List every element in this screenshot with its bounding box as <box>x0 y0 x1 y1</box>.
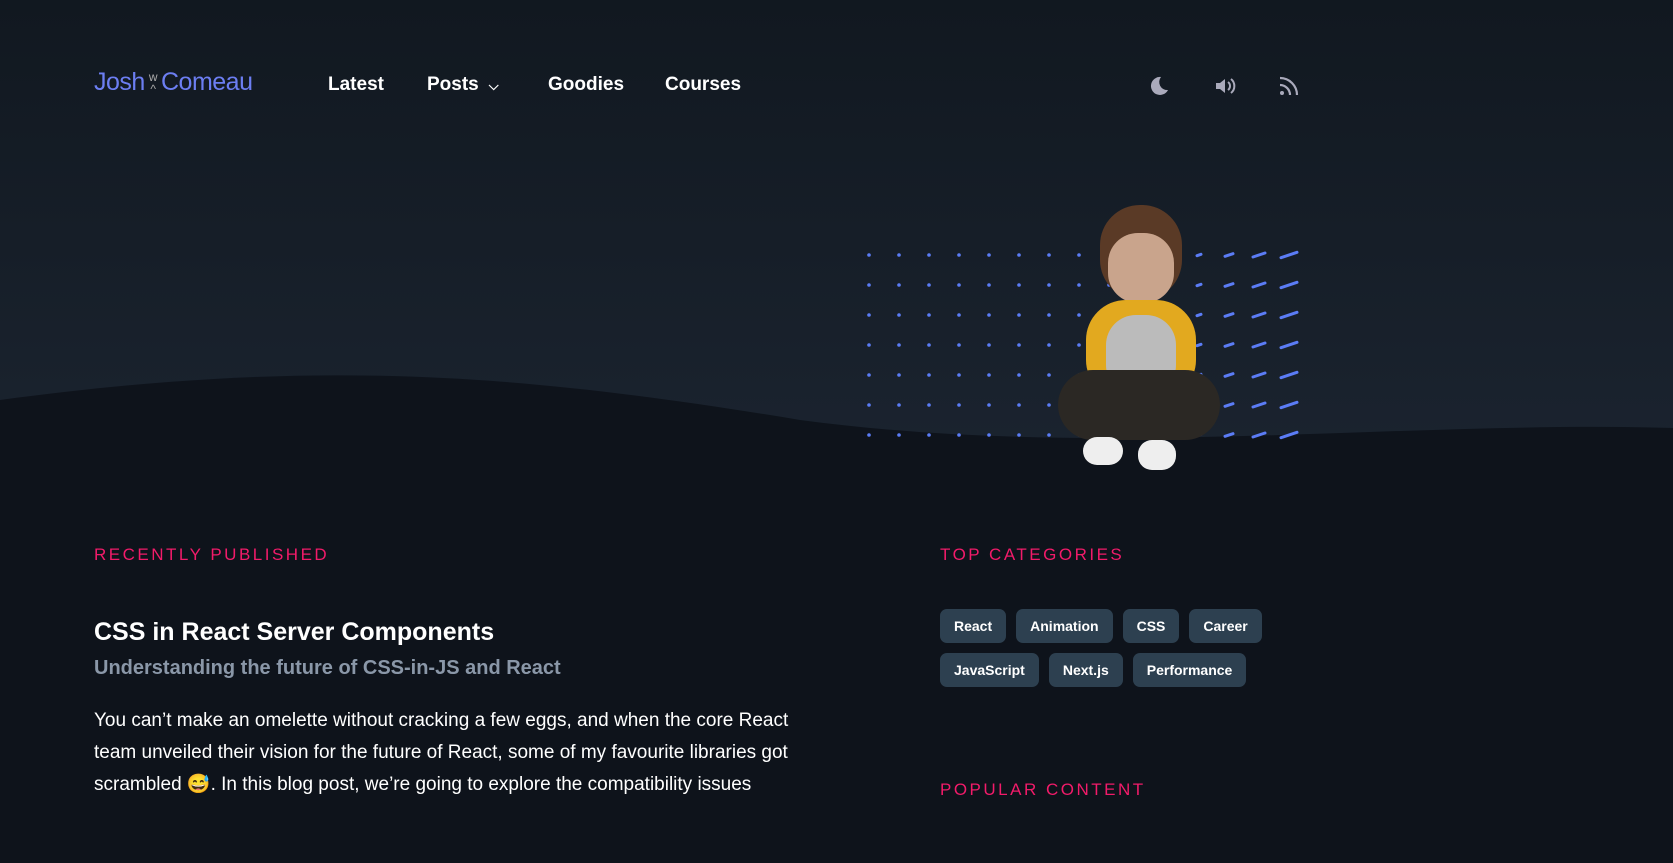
decor-dot <box>927 373 931 377</box>
moon-icon[interactable] <box>1146 74 1170 98</box>
decor-dot <box>927 433 931 437</box>
post-title[interactable]: CSS in React Server Components <box>94 618 494 647</box>
decor-dash <box>1279 370 1299 380</box>
decor-dot <box>987 433 991 437</box>
decor-dot <box>1047 373 1051 377</box>
decor-dot <box>927 283 931 287</box>
categories-heading: TOP CATEGORIES <box>940 545 1125 564</box>
decor-dash <box>1279 400 1299 410</box>
decor-dot <box>987 313 991 317</box>
decor-dash <box>1223 432 1235 438</box>
decor-dot <box>987 283 991 287</box>
decor-dot <box>867 403 871 407</box>
decor-dot <box>897 253 901 257</box>
logo-second: Comeau <box>160 68 253 96</box>
decor-dash <box>1223 372 1235 378</box>
decor-dot <box>1047 253 1051 257</box>
decor-dot <box>957 403 961 407</box>
decor-dash <box>1223 402 1235 408</box>
category-tags: React Animation CSS Career JavaScript Ne… <box>940 609 1300 687</box>
decor-dot <box>1047 433 1051 437</box>
decor-dot <box>897 373 901 377</box>
logo-first: Josh <box>94 68 145 96</box>
tag-career[interactable]: Career <box>1189 609 1262 643</box>
decor-dot <box>897 343 901 347</box>
decor-dot <box>957 253 961 257</box>
decor-dash <box>1251 311 1267 319</box>
post-subtitle: Understanding the future of CSS-in-JS an… <box>94 657 561 679</box>
tag-animation[interactable]: Animation <box>1016 609 1113 643</box>
decor-dot <box>867 433 871 437</box>
decor-dot <box>957 313 961 317</box>
decor-dot <box>1017 403 1021 407</box>
sound-icon[interactable] <box>1213 74 1237 98</box>
decor-dash <box>1279 280 1299 290</box>
chevron-down-icon: ⌵ <box>488 78 499 93</box>
decor-dot <box>897 313 901 317</box>
decor-dot <box>1017 373 1021 377</box>
decor-dot <box>987 253 991 257</box>
logo-mark: w ^ <box>148 69 158 96</box>
decor-dot <box>867 253 871 257</box>
decor-dash <box>1223 252 1235 258</box>
decor-dash <box>1251 281 1267 289</box>
decor-dash <box>1223 312 1235 318</box>
popular-heading: POPULAR CONTENT <box>940 780 1146 799</box>
decor-dot <box>897 283 901 287</box>
decor-dot <box>1017 313 1021 317</box>
decor-dot <box>1017 253 1021 257</box>
decor-dot <box>867 313 871 317</box>
decor-dot <box>987 373 991 377</box>
nav-goodies[interactable]: Goodies <box>548 74 624 96</box>
decor-dot <box>867 373 871 377</box>
decor-dash <box>1279 340 1299 350</box>
decor-dot <box>957 343 961 347</box>
decor-dot <box>1047 403 1051 407</box>
decor-dot <box>957 373 961 377</box>
tag-css[interactable]: CSS <box>1122 609 1180 643</box>
decor-dot <box>957 283 961 287</box>
nav-courses[interactable]: Courses <box>665 74 741 96</box>
decor-dot <box>1017 433 1021 437</box>
decor-dash <box>1223 342 1235 348</box>
decor-dot <box>1047 313 1051 317</box>
decor-dot <box>1047 283 1051 287</box>
decor-dot <box>927 253 931 257</box>
decor-dash <box>1251 401 1267 409</box>
rss-icon[interactable] <box>1277 74 1301 98</box>
decor-dot <box>897 433 901 437</box>
decor-dot <box>987 403 991 407</box>
decor-dot <box>1047 343 1051 347</box>
tag-performance[interactable]: Performance <box>1132 653 1247 687</box>
decor-dot <box>957 433 961 437</box>
decor-dash <box>1279 310 1299 320</box>
tag-react[interactable]: React <box>940 609 1007 643</box>
decor-dot <box>987 343 991 347</box>
nav-latest[interactable]: Latest <box>328 74 384 96</box>
recent-heading: RECENTLY PUBLISHED <box>94 545 330 564</box>
decor-dot <box>1017 343 1021 347</box>
decor-dash <box>1251 251 1267 259</box>
decor-dash <box>1279 250 1299 260</box>
post-excerpt: You can’t make an omelette without crack… <box>94 710 789 795</box>
decor-dash <box>1251 341 1267 349</box>
avatar-illustration <box>1058 205 1223 475</box>
decor-dash <box>1251 371 1267 379</box>
decor-dot <box>897 403 901 407</box>
nav-posts[interactable]: Posts ⌵ <box>427 74 499 96</box>
decor-dash <box>1223 282 1235 288</box>
tag-nextjs[interactable]: Next.js <box>1048 653 1123 687</box>
logo[interactable]: Josh w ^ Comeau <box>94 68 253 97</box>
tag-javascript[interactable]: JavaScript <box>940 653 1039 687</box>
decor-dot <box>867 283 871 287</box>
decor-dot <box>927 343 931 347</box>
decor-dot <box>1017 283 1021 287</box>
decor-dot <box>867 343 871 347</box>
decor-dot <box>927 313 931 317</box>
decor-dot <box>927 403 931 407</box>
